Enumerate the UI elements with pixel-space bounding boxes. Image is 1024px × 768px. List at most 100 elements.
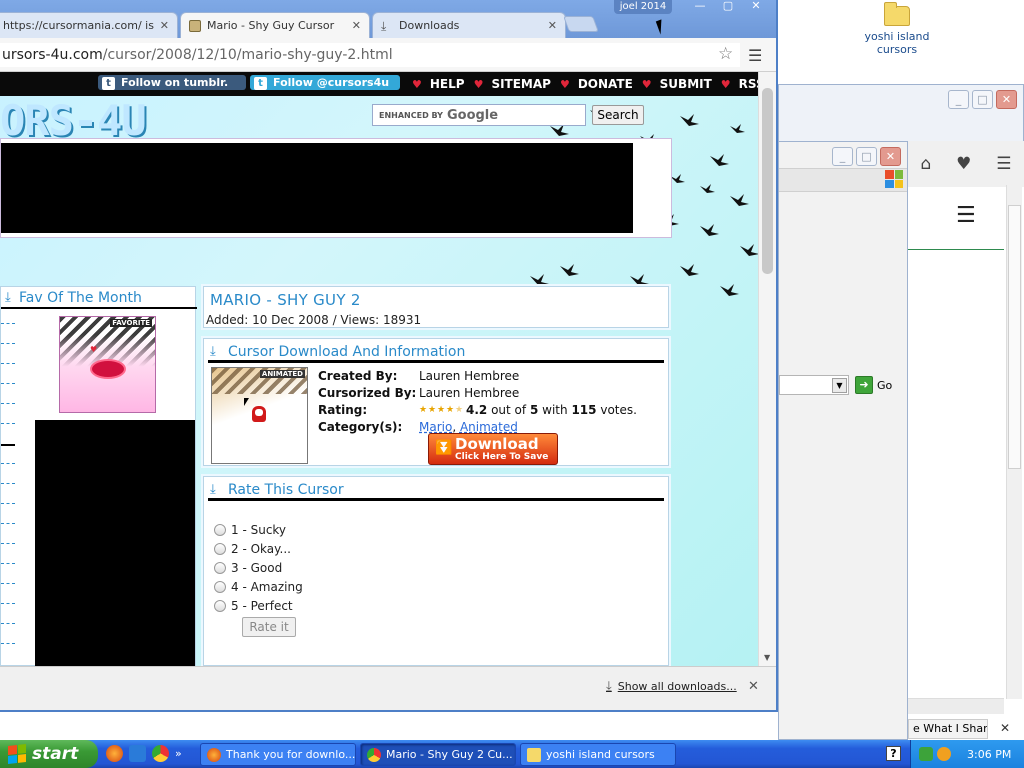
category-link-animated[interactable]: Animated <box>460 420 518 434</box>
radio-button[interactable] <box>214 524 226 536</box>
rating-option-5[interactable]: 5 - Perfect <box>214 599 293 613</box>
rating-option-2[interactable]: 2 - Okay... <box>214 542 291 556</box>
google-logo: Google <box>446 107 499 123</box>
follow-tumblr-button[interactable]: t Follow on tumblr. <box>98 75 246 90</box>
taskbar-item-firefox[interactable]: Thank you for downlo... <box>200 743 356 766</box>
search-icon[interactable] <box>937 747 951 761</box>
radio-button[interactable] <box>214 543 226 555</box>
profile-badge[interactable]: joel 2014 <box>614 0 672 14</box>
background-window-2[interactable]: _ □ ✕ ▼ ➜ Go <box>778 141 908 740</box>
scrollbar-thumb[interactable] <box>1008 205 1021 469</box>
fav-cursor-image[interactable]: FAVORITE ♥ <box>59 316 156 413</box>
site-search-input[interactable]: ENHANCED BY Google <box>372 104 586 126</box>
search-button[interactable]: Search <box>592 105 644 125</box>
minimize-button[interactable]: — <box>686 0 714 14</box>
list-item[interactable] <box>1 643 15 644</box>
list-item[interactable] <box>1 583 15 584</box>
scroll-down-icon[interactable]: ▼ <box>764 653 770 662</box>
nav-submit[interactable]: ♥ SUBMIT <box>633 77 712 91</box>
nav-rss[interactable]: ♥RSS♥ <box>712 77 758 91</box>
pocket-icon[interactable]: ♥ <box>956 154 971 174</box>
close-button[interactable]: ✕ <box>742 0 770 14</box>
close-icon[interactable]: ✕ <box>352 19 361 32</box>
minimize-button[interactable]: _ <box>832 147 853 166</box>
go-button[interactable]: ➜ Go <box>855 376 892 394</box>
taskbar-item-folder[interactable]: yoshi island cursors <box>520 743 676 766</box>
taskbar-item-label: Thank you for downlo... <box>226 748 356 761</box>
vertical-scrollbar[interactable] <box>1006 185 1022 699</box>
horizontal-scrollbar[interactable] <box>908 698 1004 714</box>
list-item[interactable] <box>1 423 15 424</box>
nav-donate[interactable]: ♥ DONATE <box>551 77 633 91</box>
hamburger-menu-icon[interactable]: ☰ <box>956 203 976 228</box>
address-combo[interactable]: ▼ <box>779 375 849 395</box>
nav-sitemap[interactable]: ♥ SITEMAP <box>465 77 551 91</box>
nav-label: SITEMAP <box>491 77 551 91</box>
list-item[interactable] <box>1 363 15 364</box>
tab-mario-shy-guy[interactable]: Mario - Shy Guy Cursor ✕ <box>180 12 370 38</box>
download-button[interactable]: ⏬ Download Click Here To Save <box>428 433 558 465</box>
help-icon[interactable]: ? <box>886 746 901 761</box>
sidebar-ad[interactable] <box>35 420 195 666</box>
chevron-down-icon[interactable]: ▼ <box>832 378 847 393</box>
list-item[interactable] <box>1 383 15 384</box>
cursor-title-panel: MARIO - SHY GUY 2 Added: 10 Dec 2008 / V… <box>203 286 669 328</box>
chevron-right-icon[interactable]: » <box>175 745 182 762</box>
close-button[interactable]: ✕ <box>996 90 1017 109</box>
rating-option-4[interactable]: 4 - Amazing <box>214 580 303 594</box>
list-item[interactable] <box>1 543 15 544</box>
tab-downloads[interactable]: ⤓ Downloads ✕ <box>372 12 566 38</box>
list-item[interactable] <box>1 463 15 464</box>
close-icon[interactable]: ✕ <box>1000 721 1010 735</box>
network-icon[interactable] <box>919 747 933 761</box>
list-item[interactable] <box>1 483 15 484</box>
address-bar[interactable]: ursors-4u.com/cursor/2008/12/10/mario-sh… <box>0 43 740 67</box>
cursor-preview-image[interactable]: ANIMATED <box>211 367 308 464</box>
close-icon[interactable]: ✕ <box>160 19 169 32</box>
banner-ad[interactable] <box>1 143 633 233</box>
start-button[interactable]: start <box>0 740 98 768</box>
start-label: start <box>32 744 79 764</box>
bookmark-star-icon[interactable]: ☆ <box>718 44 733 64</box>
firefox-icon[interactable] <box>106 745 123 762</box>
list-item[interactable] <box>1 323 15 324</box>
follow-twitter-button[interactable]: t Follow @cursors4u <box>250 75 400 90</box>
nav-help[interactable]: ♥ HELP <box>412 77 465 91</box>
close-button[interactable]: ✕ <box>880 147 901 166</box>
taskbar-item-chrome[interactable]: Mario - Shy Guy 2 Cu... <box>360 743 516 766</box>
category-link-mario[interactable]: Mario <box>419 420 452 434</box>
maximize-button[interactable]: □ <box>856 147 877 166</box>
radio-button[interactable] <box>214 600 226 612</box>
list-item[interactable] <box>1 403 15 404</box>
menu-icon[interactable]: ☰ <box>996 154 1011 174</box>
list-item[interactable] <box>1 563 15 564</box>
radio-button[interactable] <box>214 562 226 574</box>
maximize-button[interactable]: ▢ <box>714 0 742 14</box>
share-tab[interactable]: e What I Share <box>908 719 988 739</box>
tab-cursormania[interactable]: https://cursormania.com/ is a... ✕ <box>0 12 178 38</box>
radio-button[interactable] <box>214 581 226 593</box>
scrollbar-thumb[interactable] <box>762 88 773 274</box>
rate-it-button[interactable]: Rate it <box>242 617 296 637</box>
close-icon[interactable]: ✕ <box>548 19 557 32</box>
ie-icon[interactable] <box>129 745 146 762</box>
background-browser-window[interactable]: ⌂ ♥ ☰ ☰ e What I Share ✕ <box>908 141 1024 740</box>
page-scrollbar[interactable]: ▼ <box>758 72 776 666</box>
chrome-icon[interactable] <box>152 745 169 762</box>
desktop-folder-yoshi-island-cursors[interactable]: yoshi island cursors <box>858 2 936 56</box>
rating-option-label: 5 - Perfect <box>231 599 293 613</box>
list-item[interactable] <box>1 603 15 604</box>
minimize-button[interactable]: _ <box>948 90 969 109</box>
home-icon[interactable]: ⌂ <box>920 154 931 174</box>
close-shelf-icon[interactable]: ✕ <box>748 679 759 694</box>
list-item[interactable] <box>1 343 15 344</box>
list-item[interactable] <box>1 623 15 624</box>
maximize-button[interactable]: □ <box>972 90 993 109</box>
show-all-downloads-link[interactable]: ⤓ Show all downloads... <box>606 679 737 694</box>
chrome-menu-icon[interactable]: ☰ <box>748 46 762 65</box>
list-item[interactable] <box>1 503 15 504</box>
rating-option-3[interactable]: 3 - Good <box>214 561 282 575</box>
rating-option-1[interactable]: 1 - Sucky <box>214 523 286 537</box>
new-tab-button[interactable] <box>563 16 599 32</box>
list-item[interactable] <box>1 523 15 524</box>
